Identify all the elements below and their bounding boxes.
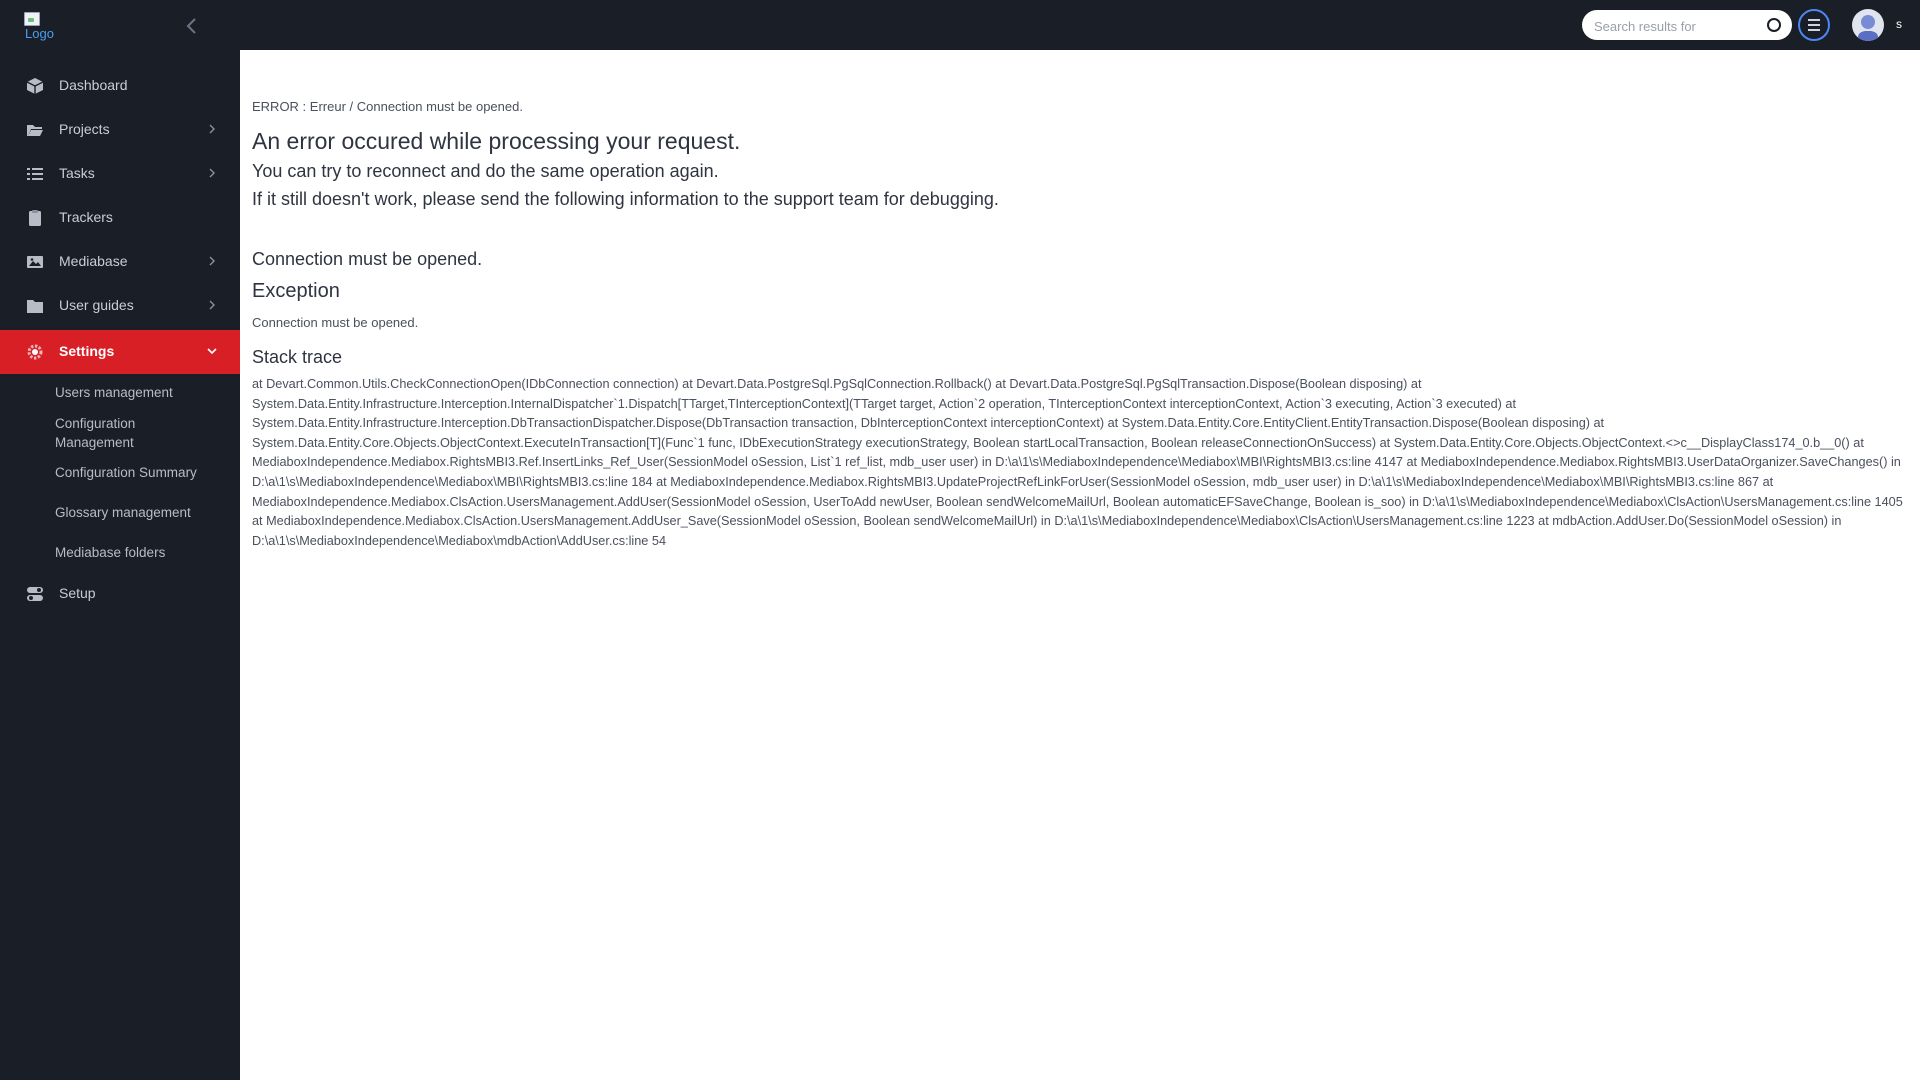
sidebar-subitem-configuration-summary[interactable]: Configuration Summary — [55, 463, 235, 482]
sidebar-item-settings[interactable]: Settings — [0, 330, 240, 374]
chevron-right-icon — [209, 300, 215, 310]
sidebar-item-user-guides[interactable]: User guides — [0, 284, 240, 328]
search-icon[interactable] — [1766, 17, 1782, 33]
avatar[interactable] — [1852, 9, 1884, 41]
clipboard-icon — [29, 210, 41, 226]
chevron-right-icon — [209, 256, 215, 266]
sidebar: Dashboard Projects Tasks Trackers Mediab… — [0, 50, 240, 1080]
list-icon — [27, 168, 43, 180]
gear-icon — [27, 344, 43, 360]
sidebar-item-label: User guides — [59, 297, 134, 313]
error-instruction-1: You can try to reconnect and do the same… — [252, 161, 719, 181]
chevron-right-icon — [209, 124, 215, 134]
sidebar-item-label: Mediabase — [59, 253, 128, 269]
sidebar-item-label: Tasks — [59, 165, 95, 181]
error-instruction-2: If it still doesn't work, please send th… — [252, 189, 999, 209]
user-avatar-icon — [1858, 15, 1878, 41]
logo[interactable]: Logo — [22, 10, 62, 42]
sidebar-item-label: Trackers — [59, 209, 113, 225]
sidebar-subitem-users-management[interactable]: Users management — [55, 383, 235, 402]
folder-open-icon — [27, 125, 43, 136]
exception-heading: Exception — [252, 280, 340, 302]
sidebar-item-mediabase[interactable]: Mediabase — [0, 240, 240, 284]
error-message: Connection must be opened. — [252, 249, 483, 269]
sidebar-item-setup[interactable]: Setup — [0, 572, 240, 616]
sidebar-item-projects[interactable]: Projects — [0, 108, 240, 152]
sidebar-item-dashboard[interactable]: Dashboard — [0, 64, 240, 108]
search-box — [1582, 10, 1792, 40]
sidebar-item-tasks[interactable]: Tasks — [0, 152, 240, 196]
search-input[interactable] — [1592, 16, 1756, 36]
top-bar: Logo s — [0, 0, 1920, 50]
menu-button[interactable] — [1797, 8, 1831, 42]
sidebar-subitem-mediabase-folders[interactable]: Mediabase folders — [55, 543, 235, 562]
chevron-left-icon — [186, 18, 196, 34]
stack-trace-text: at Devart.Common.Utils.CheckConnectionOp… — [252, 377, 1903, 548]
sidebar-item-label: Projects — [59, 121, 110, 137]
broken-image-icon — [24, 12, 40, 26]
logo-text: Logo — [25, 26, 54, 41]
chevron-right-icon — [209, 168, 215, 178]
image-icon — [27, 256, 43, 268]
stack-trace-heading: Stack trace — [252, 347, 343, 367]
sidebar-subitem-glossary-management[interactable]: Glossary management — [55, 503, 235, 522]
sidebar-subitem-configuration-management[interactable]: Configuration Management — [55, 414, 165, 452]
sidebar-item-trackers[interactable]: Trackers — [0, 196, 240, 240]
list-menu-icon — [1798, 9, 1830, 41]
sidebar-item-label: Setup — [59, 585, 96, 601]
error-breadcrumb: ERROR : Erreur / Connection must be open… — [252, 99, 523, 114]
folder-icon — [27, 300, 43, 313]
chevron-down-icon — [207, 348, 217, 355]
sidebar-item-label: Dashboard — [59, 77, 128, 93]
exception-text: Connection must be opened. — [252, 315, 419, 330]
sidebar-item-label: Settings — [59, 343, 115, 359]
sidebar-collapse-button[interactable] — [180, 14, 204, 38]
cube-icon — [26, 78, 44, 94]
user-name[interactable]: s — [1896, 17, 1902, 31]
error-title: An error occured while processing your r… — [252, 128, 741, 154]
toggle-icon — [27, 587, 43, 601]
